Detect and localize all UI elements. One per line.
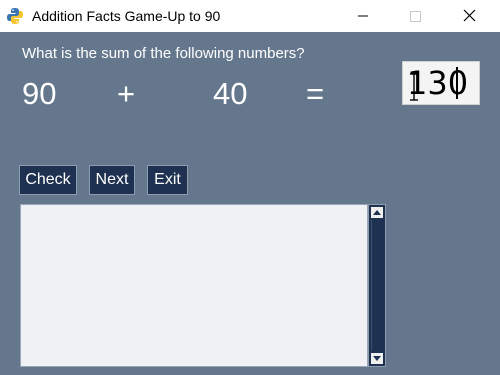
window-title: Addition Facts Game-Up to 90 [32,8,221,24]
i-beam-cursor-icon [410,73,418,101]
equals-sign: = [306,76,325,111]
vertical-scrollbar[interactable] [368,204,386,367]
next-button[interactable]: Next [89,165,135,195]
close-button[interactable] [446,0,492,32]
check-button[interactable]: Check [19,165,77,195]
scroll-up-arrow-icon[interactable] [371,207,383,218]
title-bar[interactable]: Addition Facts Game-Up to 90 [0,0,500,32]
minimize-icon [358,15,368,17]
game-window: Addition Facts Game-Up to 90 What is the… [0,0,500,375]
maximize-button[interactable] [392,0,438,32]
exit-button[interactable]: Exit [147,165,188,195]
text-caret [456,67,458,99]
first-number: 90 [22,76,57,111]
close-icon [463,9,476,22]
scrollbar-track[interactable] [371,220,383,351]
second-number: 40 [213,76,248,111]
minimize-button[interactable] [340,0,386,32]
scroll-down-arrow-icon[interactable] [371,353,383,364]
maximize-icon [410,11,421,22]
plus-sign: + [117,76,136,111]
result-text-area[interactable] [20,204,368,367]
question-prompt: What is the sum of the following numbers… [22,45,305,62]
python-icon [7,8,23,24]
